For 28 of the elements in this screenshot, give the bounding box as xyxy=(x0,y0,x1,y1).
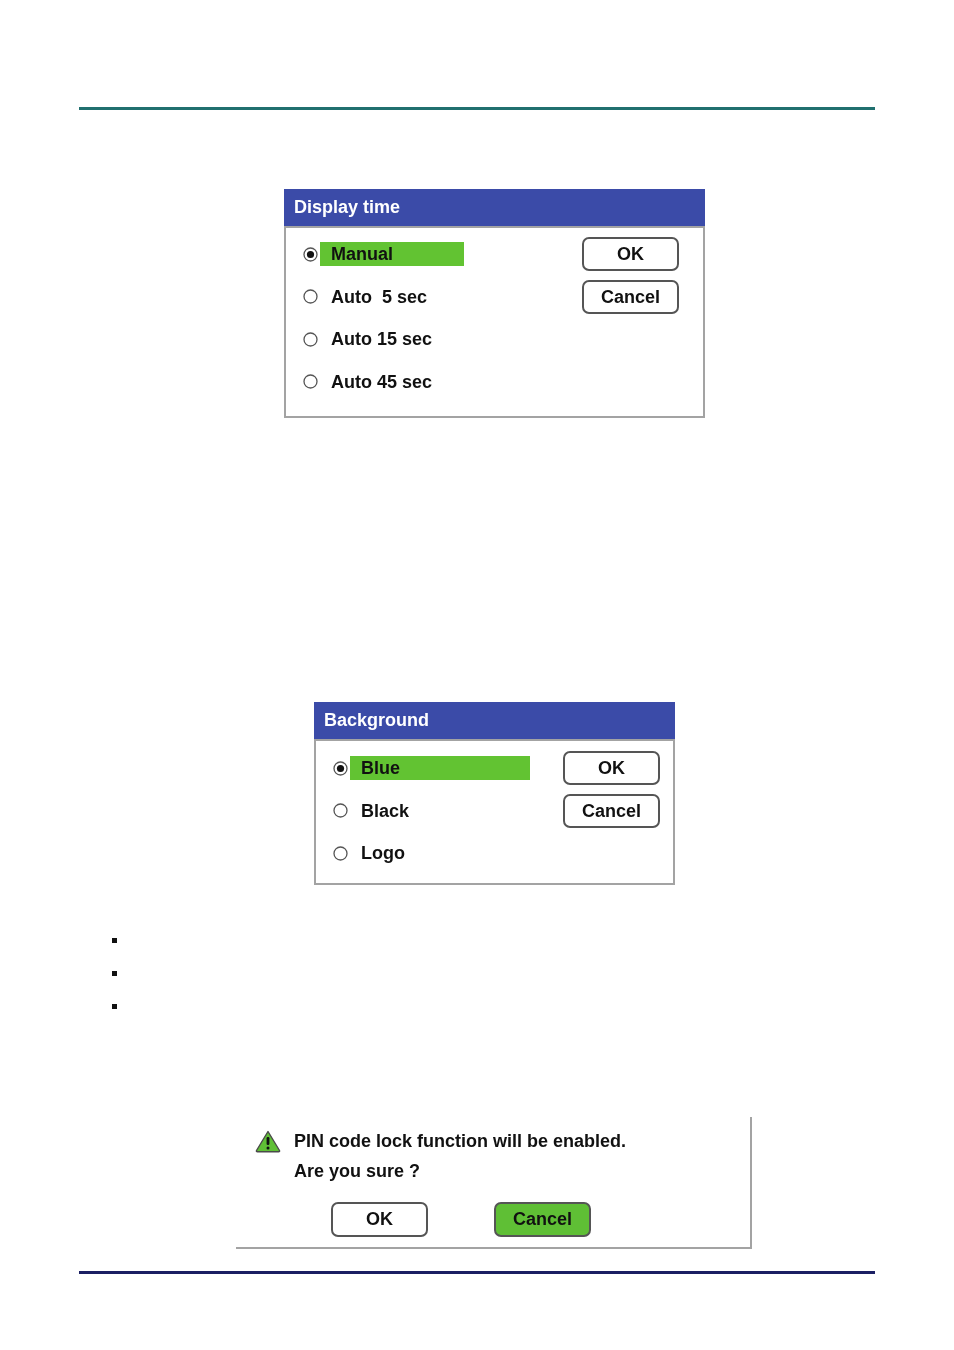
option-label[interactable]: Manual xyxy=(320,242,464,266)
option-label[interactable]: Blue xyxy=(350,756,530,780)
radio-button-icon[interactable] xyxy=(303,374,318,389)
dialog-button[interactable]: Cancel xyxy=(494,1202,591,1237)
dialog-button[interactable]: Cancel xyxy=(582,280,679,314)
option-label[interactable]: Auto 5 sec xyxy=(320,284,464,309)
radio-button-icon[interactable] xyxy=(333,803,348,818)
option-label[interactable]: Auto 15 sec xyxy=(320,327,464,351)
bullet-icon xyxy=(112,971,117,976)
message-text: PIN code lock function will be enabled. xyxy=(294,1130,627,1153)
dialog-button[interactable]: OK xyxy=(331,1202,428,1237)
option-label[interactable]: Logo xyxy=(350,841,530,865)
bullet-icon xyxy=(112,1004,117,1009)
dialog-title: Display time xyxy=(284,189,705,226)
option-label[interactable]: Black xyxy=(350,798,530,823)
option-label[interactable]: Auto 45 sec xyxy=(320,369,464,394)
radio-button-icon[interactable] xyxy=(303,331,318,347)
radio-button-icon[interactable] xyxy=(333,760,348,776)
radio-button-icon[interactable] xyxy=(303,246,318,262)
warning-icon xyxy=(255,1130,281,1153)
dialog-title: Background xyxy=(314,702,675,739)
dialog-button[interactable]: OK xyxy=(582,237,679,271)
bullet-icon xyxy=(112,938,117,943)
dialog-button[interactable]: Cancel xyxy=(563,794,660,828)
message-text: Are you sure ? xyxy=(294,1160,422,1183)
radio-button-icon[interactable] xyxy=(303,289,318,304)
radio-button-icon[interactable] xyxy=(333,845,348,861)
dialog-button[interactable]: OK xyxy=(563,751,660,785)
